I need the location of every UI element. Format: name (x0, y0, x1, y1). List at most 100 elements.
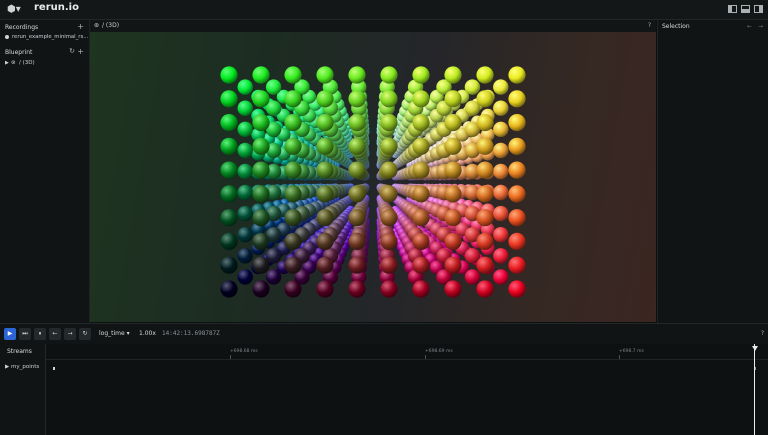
point-sphere (284, 256, 302, 274)
step-next-button[interactable]: → (64, 328, 76, 340)
entity-my-points[interactable]: ▶ my_points (5, 364, 39, 370)
point-sphere (316, 280, 334, 298)
point-sphere (237, 248, 253, 264)
point-sphere (412, 66, 430, 84)
point-sphere (476, 232, 494, 250)
point-sphere (444, 66, 462, 84)
reset-blueprint-icon[interactable]: ↻ (69, 47, 75, 55)
point-sphere (252, 232, 270, 250)
point-sphere (508, 161, 526, 179)
point-sphere (252, 256, 270, 274)
point-sphere (348, 66, 366, 84)
playhead-handle[interactable] (752, 346, 758, 351)
point-sphere (237, 269, 253, 285)
point-sphere (380, 280, 398, 298)
point-sphere (265, 79, 282, 95)
point-sphere (316, 66, 334, 84)
blueprint-title: Blueprint (5, 49, 33, 56)
help-icon[interactable]: ? (761, 330, 764, 337)
timeline-selector[interactable]: log_time ▾ (99, 330, 130, 337)
view-header: ⊛ / (3D) ? (90, 20, 656, 32)
point-sphere (316, 137, 334, 155)
point-sphere (348, 90, 366, 108)
point-sphere (348, 256, 366, 274)
recordings-title: Recordings (5, 24, 39, 31)
point-sphere (284, 280, 302, 298)
playhead[interactable] (754, 344, 755, 435)
tick-mark (619, 355, 620, 359)
point-sphere (252, 66, 270, 84)
help-icon[interactable]: ? (648, 22, 651, 29)
point-sphere (508, 232, 526, 250)
playback-speed[interactable]: 1.00x (139, 330, 156, 337)
point-sphere (444, 185, 462, 203)
point-sphere (412, 185, 430, 203)
point-sphere (220, 185, 238, 203)
point-sphere (444, 161, 462, 179)
point-cloud (220, 66, 526, 298)
point-sphere (220, 232, 238, 250)
step-back-button[interactable]: ← (49, 328, 61, 340)
point-sphere (237, 163, 253, 180)
point-sphere (252, 90, 270, 108)
point-sphere (476, 161, 494, 179)
point-sphere (348, 114, 366, 132)
point-sphere (508, 185, 526, 203)
recording-item[interactable]: rerun_example_minimal_rs... (0, 33, 89, 42)
streams-panel: Streams ▶ my_points (0, 344, 46, 435)
point-sphere (508, 209, 526, 227)
toggle-left-panel-icon[interactable] (728, 5, 737, 13)
current-time[interactable]: 14:42:13.698787Z (162, 330, 220, 337)
blueprint-item-3d-view[interactable]: ▶ ⊛ / (3D) (0, 59, 89, 68)
point-sphere (508, 114, 526, 132)
blueprint-item-label: / (3D) (19, 60, 35, 66)
add-recording-icon[interactable]: + (77, 22, 84, 31)
point-sphere (380, 185, 398, 203)
point-sphere (237, 79, 253, 95)
event-marker[interactable] (53, 367, 55, 370)
point-sphere (252, 137, 270, 155)
point-sphere (237, 121, 253, 137)
expand-arrow-icon[interactable]: ▶ (5, 60, 9, 66)
point-sphere (493, 248, 509, 264)
play-button[interactable]: ▶ (4, 328, 16, 340)
loop-button[interactable]: ↻ (79, 328, 91, 340)
point-sphere (380, 114, 398, 132)
3d-viewport[interactable] (90, 32, 656, 322)
view-title[interactable]: / (3D) (102, 22, 119, 29)
point-sphere (220, 209, 238, 227)
point-sphere (348, 209, 366, 227)
point-sphere (493, 100, 509, 116)
point-sphere (284, 209, 302, 227)
point-sphere (476, 66, 494, 84)
toggle-right-panel-icon[interactable] (754, 5, 763, 13)
point-sphere (464, 79, 481, 95)
point-sphere (252, 185, 270, 203)
point-sphere (380, 137, 398, 155)
tick-mark (425, 355, 426, 359)
point-sphere (508, 137, 526, 155)
point-sphere (508, 256, 526, 274)
add-view-icon[interactable]: + (77, 47, 84, 56)
point-sphere (237, 184, 253, 201)
blueprint-header: Blueprint ↻ + (0, 47, 89, 58)
point-sphere (316, 209, 334, 227)
toggle-bottom-panel-icon[interactable] (741, 5, 750, 13)
time-ruler[interactable]: +698.68 ms +698.69 ms +698.7 ms (46, 344, 768, 360)
point-sphere (284, 137, 302, 155)
point-sphere (265, 269, 282, 285)
point-sphere (493, 79, 509, 95)
selection-back-icon[interactable]: ← (747, 23, 752, 30)
pause-button[interactable]: ⏸ (34, 328, 46, 340)
point-sphere (316, 90, 334, 108)
point-sphere (476, 280, 494, 298)
step-forward-button[interactable]: ⏭ (19, 328, 31, 340)
timeline-tracks[interactable]: +698.68 ms +698.69 ms +698.7 ms (46, 344, 768, 435)
point-sphere (380, 232, 398, 250)
rerun-logo-icon[interactable]: ⬢▾ (7, 3, 23, 16)
point-sphere (284, 90, 302, 108)
point-sphere (444, 114, 462, 132)
selection-forward-icon[interactable]: → (758, 23, 763, 30)
tick-label: +698.68 ms (230, 349, 258, 354)
point-sphere (284, 161, 302, 179)
